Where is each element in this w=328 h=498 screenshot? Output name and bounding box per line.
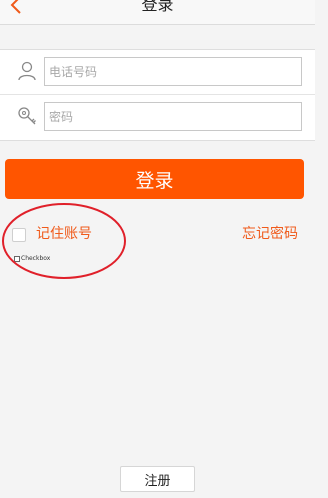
- register-button[interactable]: 注册: [120, 466, 195, 492]
- key-icon: [18, 107, 36, 125]
- password-row: [0, 95, 315, 139]
- page-title: 登录: [141, 0, 174, 14]
- forgot-password-link[interactable]: 忘记密码: [242, 225, 298, 243]
- top-nav-bar: 登录: [0, 0, 315, 25]
- login-form: [0, 49, 315, 141]
- password-input[interactable]: [44, 102, 302, 131]
- annotation-circle: [2, 203, 126, 279]
- login-button[interactable]: 登录: [5, 159, 304, 199]
- phone-input[interactable]: [44, 57, 302, 86]
- user-icon: [18, 61, 36, 81]
- phone-row: [0, 50, 315, 94]
